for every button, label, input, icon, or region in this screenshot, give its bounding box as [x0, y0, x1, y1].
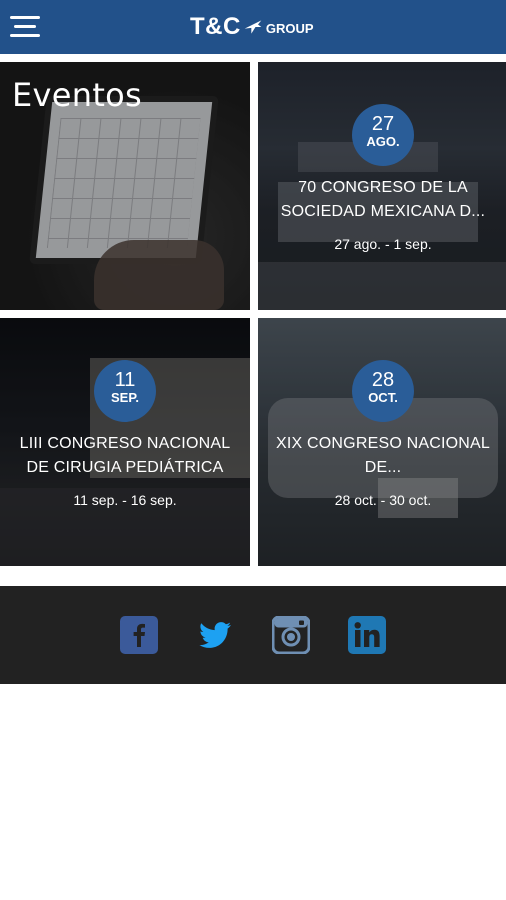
date-day: 11 — [114, 369, 136, 391]
event-title: XIX CONGRESO NACIONAL DE... — [275, 435, 491, 476]
twitter-icon[interactable] — [196, 616, 234, 654]
date-badge: 28 OCT. — [352, 360, 414, 422]
date-month: AGO. — [366, 134, 400, 149]
event-date-range: 27 ago. - 1 sep. — [334, 236, 432, 252]
section-title: Eventos — [12, 76, 143, 114]
social-footer — [0, 586, 506, 684]
logo-main-text: T&C — [190, 13, 241, 40]
airplane-icon — [244, 20, 262, 34]
date-badge: 27 AGO. — [352, 104, 414, 166]
logo-sub-text: GROUP — [265, 20, 314, 36]
date-month: SEP. — [111, 390, 139, 405]
event-title: LIII CONGRESO NACIONAL DE CIRUGIA PEDIÁT… — [19, 435, 231, 476]
instagram-icon[interactable] — [272, 616, 310, 654]
date-month: OCT. — [368, 390, 398, 405]
brand-logo: T&C GROUP — [190, 12, 314, 42]
event-card[interactable]: 11 SEP. LIII CONGRESO NACIONAL DE CIRUGI… — [0, 318, 250, 566]
date-badge: 11 SEP. — [94, 360, 156, 422]
event-date-range: 11 sep. - 16 sep. — [73, 492, 177, 508]
event-date-range: 28 oct. - 30 oct. — [334, 492, 432, 508]
event-card[interactable]: 28 OCT. XIX CONGRESO NACIONAL DE... 28 o… — [258, 318, 506, 566]
linkedin-icon[interactable] — [348, 616, 386, 654]
date-day: 27 — [371, 113, 395, 135]
hamburger-menu-icon[interactable] — [10, 14, 42, 40]
eventos-header-tile: Eventos — [0, 62, 250, 310]
event-title: 70 CONGRESO DE LA SOCIEDAD MEXICANA D... — [280, 179, 486, 220]
date-day: 28 — [371, 369, 395, 391]
facebook-icon[interactable] — [120, 616, 158, 654]
app-header: T&C GROUP — [0, 0, 506, 54]
events-grid: Eventos 27 AGO. 70 CONGRESO DE LA SOCIED… — [0, 54, 506, 574]
event-card[interactable]: 27 AGO. 70 CONGRESO DE LA SOCIEDAD MEXIC… — [258, 62, 506, 310]
